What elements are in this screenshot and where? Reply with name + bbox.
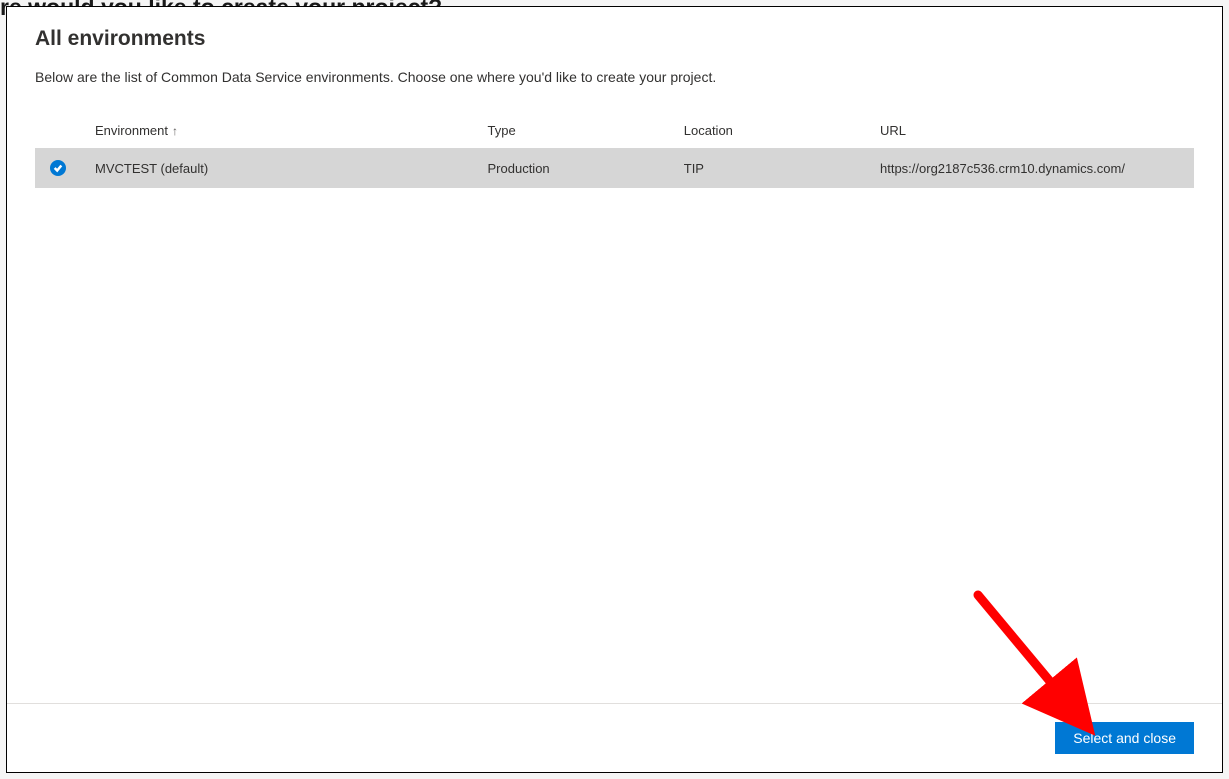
- select-and-close-button[interactable]: Select and close: [1055, 722, 1194, 754]
- environments-table: Environment ↑ Type Location URL: [35, 113, 1194, 188]
- column-header-type[interactable]: Type: [488, 123, 684, 138]
- column-header-location[interactable]: Location: [684, 123, 880, 138]
- dialog-body: All environments Below are the list of C…: [7, 7, 1222, 703]
- cell-type: Production: [488, 161, 684, 176]
- cell-environment: MVCTEST (default): [95, 161, 488, 176]
- column-header-url-label: URL: [880, 123, 906, 138]
- dialog-title: All environments: [35, 27, 1194, 51]
- column-header-environment-label: Environment: [95, 123, 168, 138]
- table-header-row: Environment ↑ Type Location URL: [35, 113, 1194, 148]
- dialog-footer: Select and close: [7, 703, 1222, 772]
- environments-dialog: All environments Below are the list of C…: [6, 6, 1223, 773]
- column-header-location-label: Location: [684, 123, 733, 138]
- cell-location: TIP: [684, 161, 880, 176]
- column-header-type-label: Type: [488, 123, 516, 138]
- column-header-url[interactable]: URL: [880, 123, 1194, 138]
- cell-url: https://org2187c536.crm10.dynamics.com/: [880, 161, 1194, 176]
- table-row[interactable]: MVCTEST (default) Production TIP https:/…: [35, 148, 1194, 188]
- checkmark-icon: [50, 160, 66, 176]
- row-selected-indicator[interactable]: [45, 160, 95, 176]
- sort-ascending-icon: ↑: [172, 124, 178, 138]
- column-header-environment[interactable]: Environment ↑: [95, 123, 488, 138]
- dialog-description: Below are the list of Common Data Servic…: [35, 69, 1194, 85]
